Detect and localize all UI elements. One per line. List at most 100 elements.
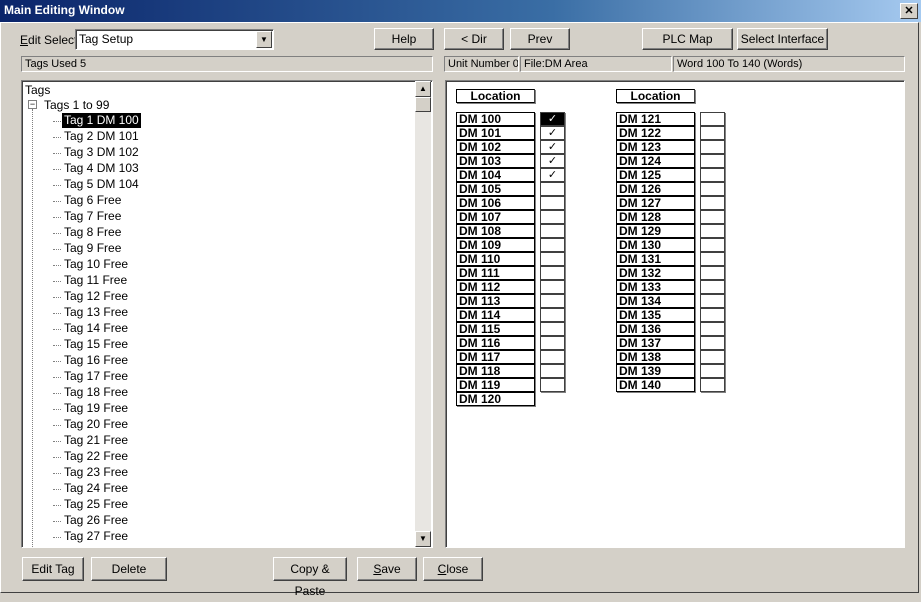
tree-item[interactable]: Tag 10 Free: [62, 257, 130, 272]
prev-button[interactable]: Prev: [510, 28, 570, 50]
tag-tree[interactable]: Tags − Tags 1 to 99 Tag 1 DM 100 Tag 2 DM…: [21, 80, 433, 548]
location-used-checkbox[interactable]: [540, 252, 565, 266]
location-used-checkbox[interactable]: [700, 112, 725, 126]
location-used-checkbox[interactable]: [540, 224, 565, 238]
scroll-down-icon[interactable]: ▼: [415, 531, 431, 547]
tree-item[interactable]: Tag 1 DM 100: [61, 112, 142, 129]
location-cell: DM 108: [456, 224, 535, 238]
tree-scrollbar[interactable]: ▲ ▼: [415, 81, 431, 547]
window-close-button[interactable]: ✕: [900, 3, 918, 19]
location-used-checkbox[interactable]: [700, 238, 725, 252]
location-used-checkbox[interactable]: ✓: [540, 154, 565, 168]
location-used-checkbox[interactable]: [700, 322, 725, 336]
tree-connector: [53, 425, 61, 426]
location-used-checkbox[interactable]: [540, 196, 565, 210]
location-used-checkbox[interactable]: [700, 266, 725, 280]
tree-item[interactable]: Tag 23 Free: [62, 465, 130, 480]
chevron-down-icon[interactable]: ▼: [256, 31, 272, 48]
tree-item[interactable]: Tag 21 Free: [62, 433, 130, 448]
tree-connector: [53, 233, 61, 234]
location-used-checkbox[interactable]: [540, 378, 565, 392]
location-used-checkbox[interactable]: [700, 364, 725, 378]
location-used-checkbox[interactable]: [540, 266, 565, 280]
scroll-thumb[interactable]: [415, 97, 431, 112]
location-used-checkbox[interactable]: [700, 126, 725, 140]
location-cell: DM 110: [456, 252, 535, 266]
tree-item[interactable]: Tag 17 Free: [62, 369, 130, 384]
location-used-checkbox[interactable]: [700, 140, 725, 154]
location-cell: DM 132: [616, 266, 695, 280]
tree-item[interactable]: Tag 9 Free: [62, 241, 123, 256]
location-used-checkbox[interactable]: [700, 224, 725, 238]
location-used-checkbox[interactable]: ✓: [540, 168, 565, 182]
tree-item[interactable]: Tag 25 Free: [62, 497, 130, 512]
location-used-checkbox[interactable]: [540, 238, 565, 252]
location-used-checkbox[interactable]: [700, 154, 725, 168]
tree-item[interactable]: Tag 16 Free: [62, 353, 130, 368]
tree-item[interactable]: Tag 18 Free: [62, 385, 130, 400]
location-used-checkbox[interactable]: ✓: [540, 112, 565, 126]
tree-item[interactable]: Tag 2 DM 101: [62, 129, 141, 144]
tree-item[interactable]: Tag 4 DM 103: [62, 161, 141, 176]
tree-item[interactable]: Tag 14 Free: [62, 321, 130, 336]
location-used-checkbox[interactable]: [700, 280, 725, 294]
location-cell: DM 140: [616, 378, 695, 392]
tree-connector: [53, 313, 61, 314]
location-used-checkbox[interactable]: [540, 322, 565, 336]
location-cell: DM 104: [456, 168, 535, 182]
location-used-checkbox[interactable]: [700, 182, 725, 196]
select-interface-button[interactable]: Select Interface: [737, 28, 828, 50]
location-used-checkbox[interactable]: [540, 308, 565, 322]
tree-item[interactable]: Tag 15 Free: [62, 337, 130, 352]
tree-item[interactable]: Tag 5 DM 104: [62, 177, 141, 192]
location-used-checkbox[interactable]: [700, 168, 725, 182]
tree-item[interactable]: Tag 22 Free: [62, 449, 130, 464]
save-button[interactable]: Save: [357, 557, 417, 581]
location-used-checkbox[interactable]: [700, 210, 725, 224]
location-used-checkbox[interactable]: [540, 350, 565, 364]
delete-button[interactable]: Delete: [91, 557, 167, 581]
tree-item[interactable]: Tag 26 Free: [62, 513, 130, 528]
tree-item[interactable]: Tag 19 Free: [62, 401, 130, 416]
tree-item[interactable]: Tag 8 Free: [62, 225, 123, 240]
tree-item[interactable]: Tag 20 Free: [62, 417, 130, 432]
location-used-checkbox[interactable]: [700, 252, 725, 266]
location-used-checkbox[interactable]: [540, 182, 565, 196]
location-cell: DM 107: [456, 210, 535, 224]
scroll-up-icon[interactable]: ▲: [415, 81, 431, 97]
location-used-checkbox[interactable]: [540, 280, 565, 294]
tree-item[interactable]: Tag 7 Free: [62, 209, 123, 224]
close-button[interactable]: Close: [423, 557, 483, 581]
tree-group-label[interactable]: Tags 1 to 99: [44, 98, 109, 112]
tree-item[interactable]: Tag 6 Free: [62, 193, 123, 208]
location-cell: DM 113: [456, 294, 535, 308]
help-button[interactable]: Help: [374, 28, 434, 50]
edit-select-dropdown[interactable]: Tag Setup ▼: [75, 29, 274, 50]
tree-item[interactable]: Tag 12 Free: [62, 289, 130, 304]
location-used-checkbox[interactable]: [540, 364, 565, 378]
tree-item[interactable]: Tag 24 Free: [62, 481, 130, 496]
location-used-checkbox[interactable]: [540, 210, 565, 224]
location-used-checkbox[interactable]: [700, 378, 725, 392]
location-used-checkbox[interactable]: [700, 294, 725, 308]
tree-connector: [53, 265, 61, 266]
plc-map-button[interactable]: PLC Map: [642, 28, 733, 50]
tree-item[interactable]: Tag 13 Free: [62, 305, 130, 320]
dir-button[interactable]: < Dir: [444, 28, 504, 50]
location-used-checkbox[interactable]: [540, 294, 565, 308]
location-used-checkbox[interactable]: [700, 336, 725, 350]
location-cell: DM 103: [456, 154, 535, 168]
tree-item[interactable]: Tag 27 Free: [62, 529, 130, 544]
tree-item[interactable]: Tag 3 DM 102: [62, 145, 141, 160]
location-cell: DM 119: [456, 378, 535, 392]
location-used-checkbox[interactable]: [700, 196, 725, 210]
location-used-checkbox[interactable]: [540, 336, 565, 350]
location-used-checkbox[interactable]: [700, 308, 725, 322]
location-used-checkbox[interactable]: ✓: [540, 140, 565, 154]
location-used-checkbox[interactable]: [700, 350, 725, 364]
edit-tag-button[interactable]: Edit Tag: [22, 557, 84, 581]
location-used-checkbox[interactable]: ✓: [540, 126, 565, 140]
collapse-icon[interactable]: −: [28, 100, 37, 109]
copy-paste-button[interactable]: Copy & Paste: [273, 557, 347, 598]
tree-item[interactable]: Tag 11 Free: [62, 273, 129, 288]
